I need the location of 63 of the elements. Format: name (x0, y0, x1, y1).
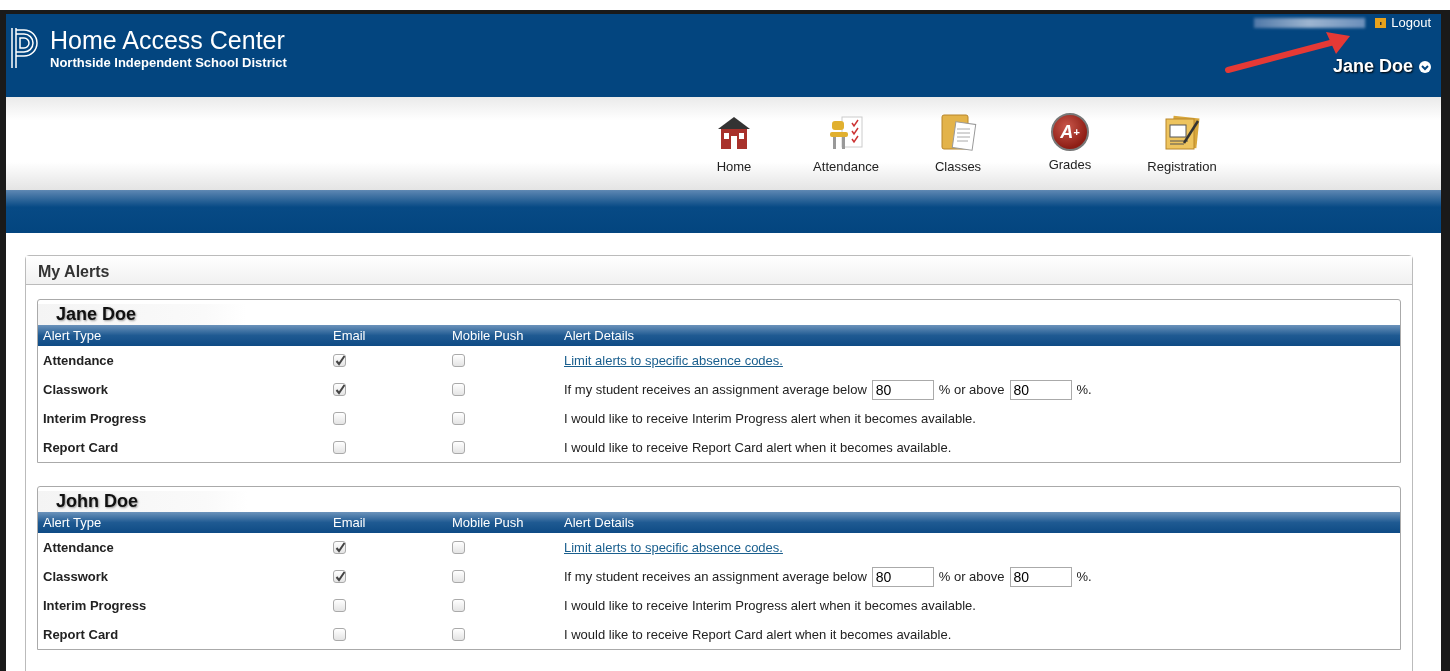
panel-title: My Alerts (26, 256, 1412, 285)
column-header: Email (328, 325, 447, 346)
checkbox[interactable] (452, 412, 465, 425)
checkbox[interactable] (333, 441, 346, 454)
checkbox[interactable] (333, 570, 346, 583)
above-input[interactable]: 80 (1009, 379, 1072, 400)
threshold-text: If my student receives an assignment average below (564, 569, 867, 584)
absence-codes-link[interactable]: Limit alerts to specific absence codes. (564, 353, 783, 368)
nav-link[interactable]: Attendance (813, 159, 879, 174)
checkbox[interactable] (452, 541, 465, 554)
alert-description: I would like to receive Report Card alert when it becomes available. (564, 440, 952, 455)
absence-codes-link[interactable]: Limit alerts to specific absence codes. (564, 540, 783, 555)
checkbox[interactable] (452, 441, 465, 454)
logout-link[interactable]: Logout (1375, 15, 1431, 30)
column-header: Mobile Push (447, 512, 559, 533)
column-header: Mobile Push (447, 325, 559, 346)
nav-link[interactable]: Classes (934, 159, 982, 174)
nav-link[interactable]: Registration (1147, 159, 1217, 174)
checkbox[interactable] (333, 354, 346, 367)
column-header: Alert Type (38, 512, 328, 533)
checkbox[interactable] (333, 541, 346, 554)
threshold-text: %. (1076, 382, 1092, 397)
nav-link[interactable]: Grades (1048, 157, 1092, 172)
checkbox[interactable] (452, 599, 465, 612)
alert-type: Attendance (43, 353, 114, 368)
alert-type: Interim Progress (43, 411, 147, 426)
below-input[interactable]: 80 (871, 566, 934, 587)
lock-icon (1375, 17, 1387, 28)
threshold-text: % or above (938, 569, 1005, 584)
clipboard-pen-icon (1162, 113, 1202, 153)
checkbox[interactable] (333, 383, 346, 396)
alert-type: Attendance (43, 540, 114, 555)
alert-type: Report Card (43, 627, 119, 642)
checkbox[interactable] (333, 628, 346, 641)
checkbox[interactable] (333, 599, 346, 612)
checkbox[interactable] (452, 354, 465, 367)
app-title: Home Access Center (50, 26, 286, 54)
folder-document-icon (938, 113, 978, 153)
threshold-text: %. (1076, 569, 1092, 584)
checkbox[interactable] (333, 412, 346, 425)
alert-type: Classwork (43, 569, 109, 584)
alert-type: Report Card (43, 440, 119, 455)
alert-description: I would like to receive Report Card alert when it becomes available. (564, 627, 952, 642)
column-header: Alert Details (559, 512, 1400, 533)
checkbox[interactable] (452, 383, 465, 396)
chevron-down-icon[interactable] (1419, 60, 1431, 73)
checkbox[interactable] (452, 570, 465, 583)
below-input[interactable]: 80 (871, 379, 934, 400)
threshold-text: % or above (938, 382, 1005, 397)
above-input[interactable]: 80 (1009, 566, 1072, 587)
checkbox[interactable] (452, 628, 465, 641)
threshold-text: If my student receives an assignment average below (564, 382, 867, 397)
district-name: Northside Independent School District (50, 55, 287, 70)
alert-type: Interim Progress (43, 598, 147, 613)
alert-description: I would like to receive Interim Progress alert when it becomes available. (564, 411, 976, 426)
user-name[interactable]: Jane Doe (1332, 56, 1413, 77)
nav-link[interactable]: Home (716, 159, 752, 174)
alert-type: Classwork (43, 382, 109, 397)
column-header: Alert Details (559, 325, 1400, 346)
column-header: Email (328, 512, 447, 533)
alert-description: I would like to receive Interim Progress alert when it becomes available. (564, 598, 976, 613)
column-header: Alert Type (38, 325, 328, 346)
logo-icon (10, 26, 40, 70)
